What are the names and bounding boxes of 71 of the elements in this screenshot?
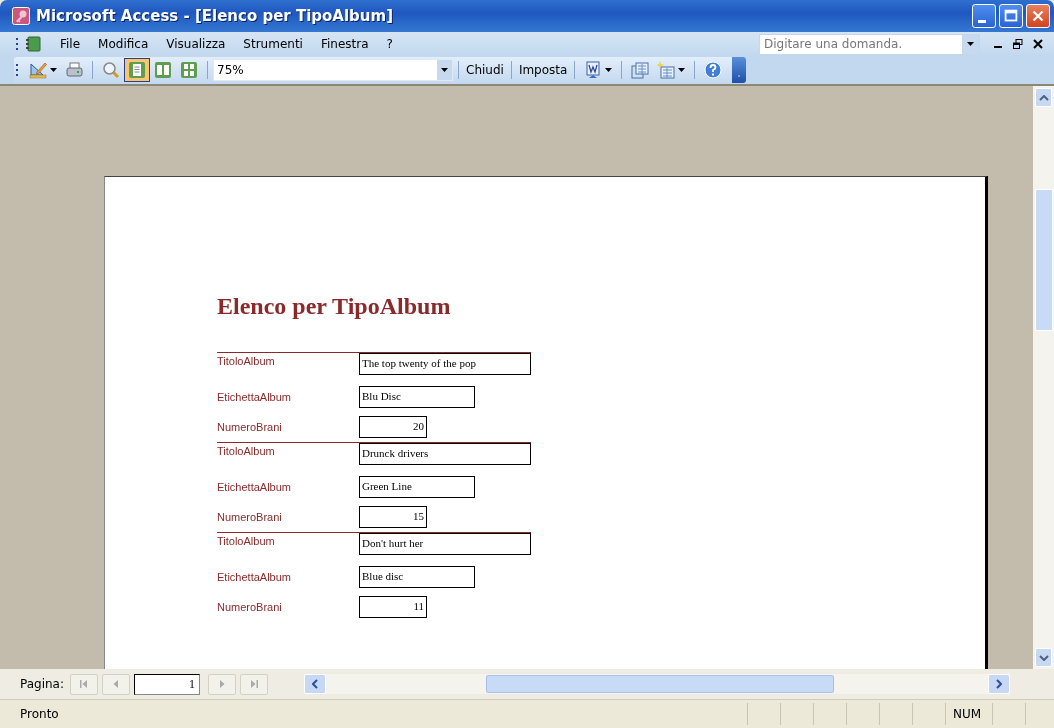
ruler-pencil-icon: [29, 61, 47, 79]
field-value: Green Line: [359, 476, 475, 498]
previous-icon: [111, 679, 121, 689]
table-window-icon: [631, 61, 650, 79]
field-label: TitoloAlbum: [217, 355, 276, 367]
field-value: 11: [359, 596, 427, 618]
field-label: NumeroBrani: [217, 511, 283, 523]
grip-icon: [16, 37, 19, 51]
magnifier-icon: [102, 61, 120, 79]
scroll-up-button[interactable]: [1035, 88, 1052, 107]
menu-item[interactable]: Visualizza: [157, 35, 235, 53]
dropdown-icon: [967, 42, 974, 46]
field-label: NumeroBrani: [217, 421, 283, 433]
last-icon: [249, 679, 259, 689]
maximize-button[interactable]: [999, 4, 1023, 28]
question-field[interactable]: Digitare una domanda.: [759, 33, 980, 55]
last-page-button[interactable]: [240, 673, 268, 695]
grip-icon: [16, 63, 19, 77]
vertical-scrollbar[interactable]: [1033, 86, 1054, 669]
book-icon: [25, 36, 41, 52]
toolbar-options-button[interactable]: [732, 57, 747, 83]
field-value: The top twenty of the pop: [359, 353, 531, 375]
four-pages-icon: [180, 61, 198, 79]
key-icon: [12, 7, 30, 25]
first-page-button[interactable]: [70, 673, 98, 695]
toolbar-button[interactable]: Imposta: [516, 63, 570, 77]
window-title: Microsoft Access - [Elenco per TipoAlbum]: [36, 7, 394, 25]
scroll-right-button[interactable]: [988, 674, 1010, 694]
next-icon: [217, 679, 227, 689]
menu-item[interactable]: File: [51, 35, 90, 53]
field-value: Blue disc: [359, 566, 475, 588]
menu-item[interactable]: Strumenti: [234, 35, 312, 53]
menu-item[interactable]: Modifica: [89, 35, 158, 53]
page-number-field[interactable]: 1: [134, 673, 200, 695]
word-icon: [584, 61, 603, 79]
close-button[interactable]: [1026, 4, 1050, 28]
two-pages-icon: [154, 61, 172, 79]
field-label: TitoloAlbum: [217, 445, 276, 457]
menu-item[interactable]: Finestra: [311, 35, 378, 53]
scroll-left-button[interactable]: [304, 674, 326, 694]
field-label: TitoloAlbum: [217, 535, 276, 547]
close-icon[interactable]: [1033, 39, 1043, 49]
field-value: Blu Disc: [359, 386, 475, 408]
scroll-down-button[interactable]: [1035, 648, 1052, 667]
one-page-icon: [128, 61, 146, 79]
horizontal-scrollbar[interactable]: [304, 674, 1010, 694]
field-value: 15: [359, 506, 427, 528]
menu-item[interactable]: ?: [377, 35, 402, 53]
report-title: Elenco per TipoAlbum: [217, 293, 452, 320]
first-icon: [79, 679, 89, 689]
field-value: 20: [359, 416, 427, 438]
dropdown-icon: [441, 68, 448, 72]
field-label: NumeroBrani: [217, 601, 283, 613]
field-label: EtichettaAlbum: [217, 481, 292, 493]
status-indicator: NUM: [945, 703, 988, 725]
field-label: EtichettaAlbum: [217, 391, 292, 403]
one-page-button[interactable]: [124, 58, 150, 82]
scroll-thumb[interactable]: [486, 675, 834, 693]
field-value: Don't hurt her: [359, 533, 531, 555]
restore-icon[interactable]: [1013, 39, 1023, 49]
minimize-button[interactable]: [972, 4, 996, 28]
minimize-icon: [978, 19, 986, 23]
zoom-field[interactable]: 75%: [213, 59, 453, 81]
help-icon: [704, 61, 723, 79]
field-value: Drunck drivers: [359, 443, 531, 465]
toolbar-button[interactable]: Chiudi: [464, 63, 506, 77]
new-table-icon: [657, 61, 676, 79]
page-label: Pagina:: [20, 677, 64, 691]
printer-icon: [65, 61, 83, 79]
field-label: EtichettaAlbum: [217, 571, 292, 583]
status-text: Pronto: [20, 707, 60, 721]
